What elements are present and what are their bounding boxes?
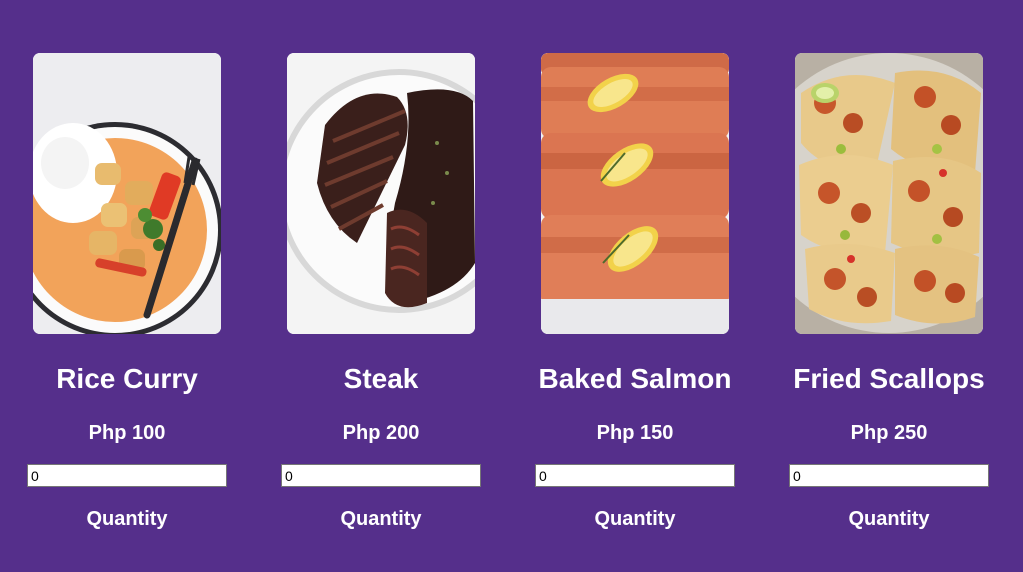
- menu-item-fried-scallops: Fried Scallops Php 250 Quantity: [762, 0, 1016, 572]
- item-price: Php 150: [596, 422, 674, 444]
- quantity-input[interactable]: [281, 464, 481, 487]
- rice-curry-photo: [33, 53, 221, 334]
- menu-item-rice-curry: Rice Curry Php 100 Quantity: [0, 0, 254, 572]
- quantity-input[interactable]: [535, 464, 735, 487]
- item-name: Fried Scallops: [793, 363, 985, 394]
- steak-photo: [287, 53, 475, 334]
- item-name: Steak: [343, 363, 419, 394]
- baked-salmon-photo: [541, 53, 729, 334]
- item-price: Php 100: [88, 422, 166, 444]
- quantity-input[interactable]: [789, 464, 989, 487]
- food-menu: Rice Curry Php 100 Quantity: [0, 0, 1023, 572]
- quantity-label: Quantity: [594, 508, 676, 530]
- fried-scallops-photo: [795, 53, 983, 334]
- item-price: Php 250: [850, 422, 928, 444]
- quantity-label: Quantity: [848, 508, 930, 530]
- quantity-label: Quantity: [86, 508, 168, 530]
- quantity-label: Quantity: [340, 508, 422, 530]
- item-name: Rice Curry: [56, 363, 198, 394]
- item-price: Php 200: [342, 422, 420, 444]
- menu-item-steak: Steak Php 200 Quantity: [254, 0, 508, 572]
- quantity-input[interactable]: [27, 464, 227, 487]
- item-name: Baked Salmon: [538, 363, 732, 394]
- menu-item-baked-salmon: Baked Salmon Php 150 Quantity: [508, 0, 762, 572]
